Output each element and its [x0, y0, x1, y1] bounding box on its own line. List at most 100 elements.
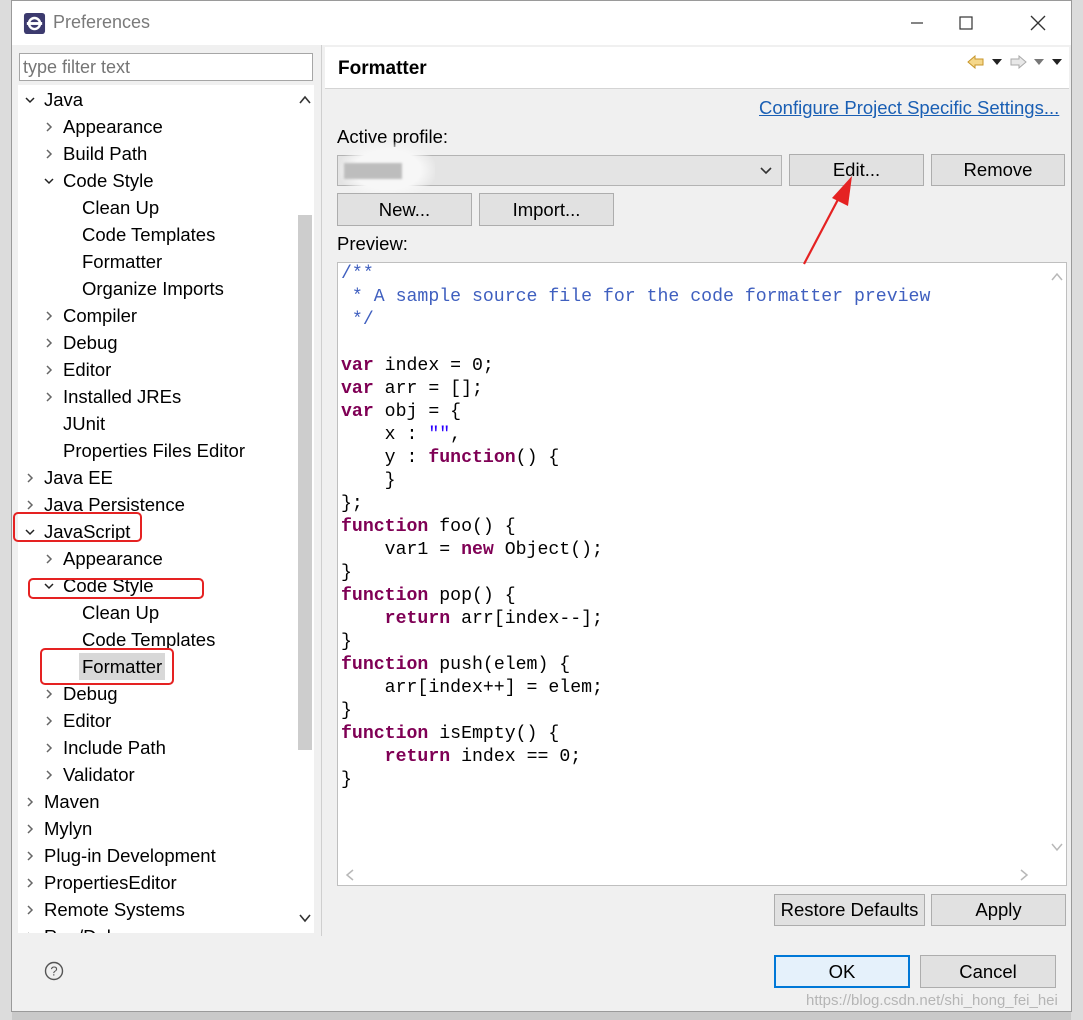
scroll-down-icon[interactable]: [298, 911, 312, 925]
minimize-button[interactable]: [897, 9, 937, 37]
tree-item-code-templates[interactable]: Code Templates: [18, 221, 294, 248]
chevron-right-icon[interactable]: [43, 148, 55, 160]
new-button[interactable]: New...: [337, 193, 472, 226]
remove-button[interactable]: Remove: [931, 154, 1065, 186]
redacted-profile-text: [344, 163, 402, 179]
tree-item-plug-in-development[interactable]: Plug-in Development: [18, 842, 294, 869]
tree-item-remote-systems[interactable]: Remote Systems: [18, 896, 294, 923]
tree-item-label: Clean Up: [82, 197, 160, 218]
forward-arrow-icon[interactable]: [1009, 55, 1027, 69]
tree-item-clean-up[interactable]: Clean Up: [18, 194, 294, 221]
scroll-up-icon[interactable]: [1050, 271, 1064, 283]
tree-item-properties-files-editor[interactable]: Properties Files Editor: [18, 437, 294, 464]
tree-item-organize-imports[interactable]: Organize Imports: [18, 275, 294, 302]
filter-input[interactable]: [19, 53, 313, 81]
chevron-right-icon[interactable]: [43, 364, 55, 376]
tree-item-appearance[interactable]: Appearance: [18, 545, 294, 572]
page-header: Formatter: [325, 47, 1069, 89]
back-arrow-icon[interactable]: [967, 55, 985, 69]
chevron-right-icon[interactable]: [24, 796, 36, 808]
watermark: https://blog.csdn.net/shi_hong_fei_hei: [806, 992, 1058, 1009]
scroll-right-icon[interactable]: [1018, 868, 1030, 882]
tree-item-label: Java EE: [44, 467, 113, 488]
tree-item-label: JUnit: [63, 413, 106, 434]
preview-vertical-scrollbar[interactable]: [1046, 263, 1066, 885]
chevron-right-icon[interactable]: [24, 823, 36, 835]
chevron-right-icon[interactable]: [43, 121, 55, 133]
tree-item-java[interactable]: Java: [18, 86, 294, 113]
tree-item-label: Run/Debug: [44, 923, 138, 933]
cancel-button[interactable]: Cancel: [920, 955, 1056, 988]
tree-item-maven[interactable]: Maven: [18, 788, 294, 815]
restore-defaults-button[interactable]: Restore Defaults: [774, 894, 925, 926]
tree-item-java-ee[interactable]: Java EE: [18, 464, 294, 491]
chevron-right-icon[interactable]: [43, 553, 55, 565]
tree-item-compiler[interactable]: Compiler: [18, 302, 294, 329]
tree-item-label: Editor: [63, 710, 112, 731]
chevron-right-icon[interactable]: [24, 931, 36, 933]
code-line: }: [341, 770, 352, 790]
code-line: var arr = [];: [341, 379, 483, 399]
chevron-right-icon[interactable]: [24, 850, 36, 862]
close-button[interactable]: [1018, 9, 1058, 37]
chevron-right-icon[interactable]: [43, 715, 55, 727]
code-line: y : function() {: [341, 448, 560, 468]
tree-item-validator[interactable]: Validator: [18, 761, 294, 788]
tree-item-propertieseditor[interactable]: PropertiesEditor: [18, 869, 294, 896]
tree-item-junit[interactable]: JUnit: [18, 410, 294, 437]
code-line: }: [341, 632, 352, 652]
chevron-right-icon[interactable]: [43, 391, 55, 403]
forward-menu-chevron-icon[interactable]: [1033, 58, 1045, 66]
view-menu-icon[interactable]: [1051, 58, 1063, 66]
tree-item-label: Validator: [63, 764, 135, 785]
maximize-button[interactable]: [946, 9, 986, 37]
apply-button[interactable]: Apply: [931, 894, 1066, 926]
tree-scrollbar-thumb[interactable]: [298, 215, 312, 750]
configure-project-settings-link[interactable]: Configure Project Specific Settings...: [759, 97, 1059, 119]
back-menu-chevron-icon[interactable]: [991, 58, 1003, 66]
tree-item-installed-jres[interactable]: Installed JREs: [18, 383, 294, 410]
chevron-right-icon[interactable]: [43, 310, 55, 322]
annotation-javascript-box: [13, 512, 142, 542]
tree-item-clean-up[interactable]: Clean Up: [18, 599, 294, 626]
code-line: };: [341, 494, 363, 514]
tree-item-run-debug[interactable]: Run/Debug: [18, 923, 294, 933]
tree-item-editor[interactable]: Editor: [18, 356, 294, 383]
preview-label: Preview:: [337, 233, 408, 254]
ok-button[interactable]: OK: [774, 955, 910, 988]
code-line: var1 = new Object();: [341, 540, 603, 560]
preview-code: /** * A sample source file for the code …: [341, 263, 930, 792]
preview-horizontal-scrollbar[interactable]: [338, 863, 1066, 885]
scroll-up-icon[interactable]: [298, 93, 312, 107]
code-line: }: [341, 701, 352, 721]
chevron-right-icon[interactable]: [24, 472, 36, 484]
scroll-left-icon[interactable]: [344, 868, 356, 882]
tree-item-debug[interactable]: Debug: [18, 329, 294, 356]
chevron-right-icon[interactable]: [24, 904, 36, 916]
chevron-down-icon[interactable]: [43, 175, 55, 187]
import-button[interactable]: Import...: [479, 193, 614, 226]
help-icon[interactable]: ?: [44, 961, 64, 981]
tree-item-build-path[interactable]: Build Path: [18, 140, 294, 167]
panel-divider[interactable]: [321, 45, 322, 936]
tree-item-editor[interactable]: Editor: [18, 707, 294, 734]
active-profile-select[interactable]: [337, 142, 782, 198]
tree-item-appearance[interactable]: Appearance: [18, 113, 294, 140]
code-line: return index == 0;: [384, 747, 582, 767]
chevron-right-icon[interactable]: [43, 337, 55, 349]
chevron-right-icon[interactable]: [43, 742, 55, 754]
chevron-right-icon[interactable]: [43, 769, 55, 781]
tree-item-label: Organize Imports: [82, 278, 224, 299]
tree-item-mylyn[interactable]: Mylyn: [18, 815, 294, 842]
tree-scrollbar[interactable]: [294, 87, 314, 933]
tree-item-label: Remote Systems: [44, 899, 185, 920]
chevron-right-icon[interactable]: [24, 877, 36, 889]
chevron-right-icon[interactable]: [24, 499, 36, 511]
tree-item-include-path[interactable]: Include Path: [18, 734, 294, 761]
tree-item-code-style[interactable]: Code Style: [18, 167, 294, 194]
code-line: arr[index++] = elem;: [341, 678, 603, 698]
chevron-right-icon[interactable]: [43, 688, 55, 700]
chevron-down-icon[interactable]: [24, 94, 36, 106]
scroll-down-icon[interactable]: [1050, 841, 1064, 853]
tree-item-formatter[interactable]: Formatter: [18, 248, 294, 275]
